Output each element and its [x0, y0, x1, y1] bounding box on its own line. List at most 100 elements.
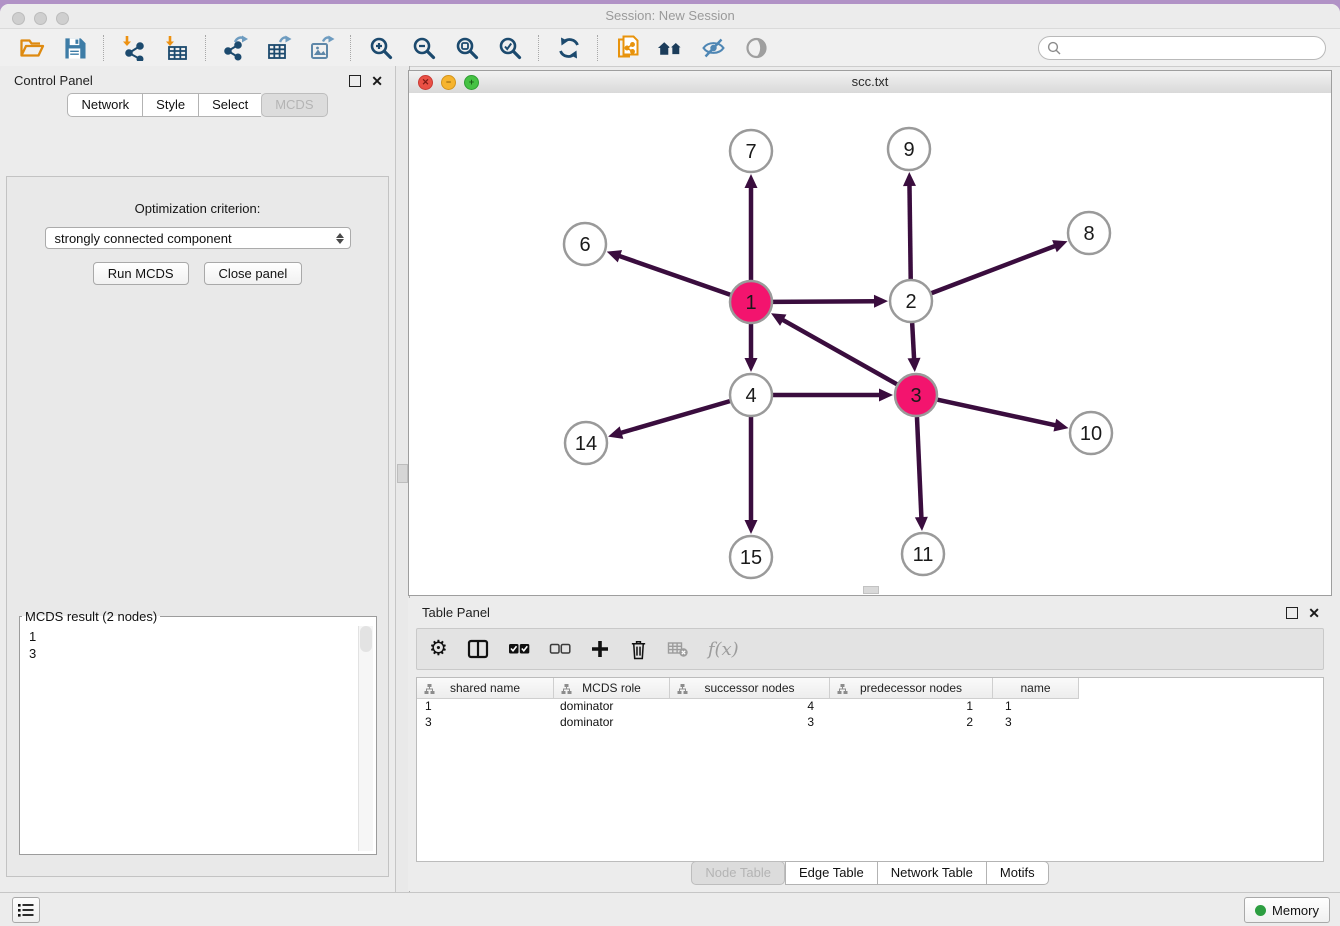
tab-style[interactable]: Style — [142, 93, 198, 117]
import-table-icon[interactable] — [163, 34, 190, 61]
float-panel-icon[interactable] — [349, 75, 361, 87]
zoom-selected-icon[interactable] — [496, 34, 523, 61]
column-header-name[interactable]: name — [993, 678, 1078, 698]
graph-edge-3-10[interactable] — [937, 400, 1056, 426]
close-panel-button[interactable]: Close panel — [204, 262, 303, 285]
graph-node-15[interactable]: 15 — [730, 536, 772, 578]
graph-node-2[interactable]: 2 — [890, 280, 932, 322]
apply-layout-icon[interactable] — [555, 34, 582, 61]
mcds-result-title: MCDS result (2 nodes) — [22, 609, 160, 624]
graph-node-4[interactable]: 4 — [730, 374, 772, 416]
mcds-tab-content: Optimization criterion: strongly connect… — [6, 176, 389, 877]
table-row[interactable]: 3dominator323 — [417, 715, 1323, 731]
graph-edge-2-3[interactable] — [912, 323, 914, 360]
graph-node-10[interactable]: 10 — [1070, 412, 1112, 454]
column-header-successor-nodes[interactable]: successor nodes — [670, 678, 830, 698]
deselect-all-icon[interactable] — [549, 636, 571, 662]
network-zoom-button[interactable]: + — [464, 75, 479, 90]
mcds-result-fieldset: MCDS result (2 nodes) 1 3 — [19, 609, 377, 855]
export-image-icon[interactable] — [308, 34, 335, 61]
float-table-panel-icon[interactable] — [1286, 607, 1298, 619]
import-network-icon[interactable] — [120, 34, 147, 61]
delete-column-icon[interactable] — [629, 636, 648, 662]
toolbar-separator — [597, 35, 599, 61]
table-toolbar: ⚙ f(x) — [416, 628, 1324, 670]
close-window-button[interactable] — [12, 12, 25, 25]
graph-node-6[interactable]: 6 — [564, 223, 606, 265]
tab-network[interactable]: Network — [67, 93, 142, 117]
network-window-title: scc.txt — [409, 71, 1331, 92]
graph-node-1[interactable]: 1 — [730, 281, 772, 323]
task-history-button[interactable] — [12, 897, 40, 923]
zoom-in-icon[interactable] — [367, 34, 394, 61]
network-canvas[interactable]: 1 2 3 4 6 7 8 9 10 11 14 15 — [409, 93, 1331, 595]
graph-edge-3-11[interactable] — [917, 417, 921, 519]
splitter-grip[interactable] — [397, 464, 408, 483]
graph-edge-3-1[interactable] — [781, 319, 896, 384]
clone-network-icon[interactable] — [614, 34, 641, 61]
column-header-MCDS-role[interactable]: MCDS role — [554, 678, 670, 698]
table-header-row: shared nameMCDS rolesuccessor nodesprede… — [417, 678, 1079, 699]
hide-selected-icon[interactable] — [700, 34, 727, 61]
zoom-out-icon[interactable] — [410, 34, 437, 61]
network-graph[interactable]: 1 2 3 4 6 7 8 9 10 11 14 15 — [409, 93, 1331, 596]
table-row[interactable]: 1dominator411 — [417, 699, 1323, 715]
main-toolbar — [0, 29, 1340, 67]
search-input[interactable] — [1038, 36, 1326, 60]
network-close-button[interactable]: ✕ — [418, 75, 433, 90]
minimize-window-button[interactable] — [34, 12, 47, 25]
open-file-icon[interactable] — [18, 34, 45, 61]
network-minimize-button[interactable]: − — [441, 75, 456, 90]
export-table-icon[interactable] — [265, 34, 292, 61]
svg-text:14: 14 — [575, 433, 597, 455]
graph-node-7[interactable]: 7 — [730, 130, 772, 172]
tab-mcds[interactable]: MCDS — [261, 93, 327, 117]
app-titlebar: Session: New Session — [0, 4, 1340, 29]
tab-select[interactable]: Select — [198, 93, 261, 117]
graph-edge-2-9[interactable] — [909, 184, 910, 279]
export-network-icon[interactable] — [222, 34, 249, 61]
control-panel-title: Control Panel — [14, 73, 93, 88]
svg-text:1: 1 — [745, 292, 756, 314]
close-panel-icon[interactable]: ✕ — [371, 76, 383, 86]
zoom-window-button[interactable] — [56, 12, 69, 25]
toolbar-separator — [205, 35, 207, 61]
graph-node-11[interactable]: 11 — [902, 533, 944, 575]
column-header-predecessor-nodes[interactable]: predecessor nodes — [830, 678, 993, 698]
graph-edge-arrowhead — [745, 358, 758, 372]
graph-node-9[interactable]: 9 — [888, 128, 930, 170]
tab-node-table[interactable]: Node Table — [691, 861, 785, 885]
show-networks-home-icon[interactable] — [657, 34, 684, 61]
save-session-icon[interactable] — [61, 34, 88, 61]
network-view-window: ✕ − + scc.txt 1 2 3 4 6 7 8 9 10 11 14 15 — [408, 70, 1332, 596]
network-resize-grip[interactable] — [863, 586, 879, 594]
graph-edge-1-2[interactable] — [773, 301, 876, 302]
tab-motifs[interactable]: Motifs — [986, 861, 1049, 885]
column-type-icon — [837, 683, 848, 697]
graph-edge-4-14[interactable] — [620, 401, 730, 433]
graph-node-8[interactable]: 8 — [1068, 212, 1110, 254]
select-all-icon[interactable] — [508, 636, 530, 662]
add-column-icon[interactable] — [590, 636, 610, 662]
toggle-columns-icon[interactable] — [467, 636, 489, 662]
result-scrollbar[interactable] — [358, 626, 373, 851]
graph-edge-1-6[interactable] — [618, 256, 730, 295]
zoom-fit-icon[interactable] — [453, 34, 480, 61]
network-window-titlebar: ✕ − + scc.txt — [409, 71, 1331, 94]
svg-text:9: 9 — [903, 139, 914, 161]
optimization-criterion-select[interactable]: strongly connected component — [45, 227, 351, 249]
memory-button[interactable]: Memory — [1244, 897, 1330, 923]
graph-edge-2-8[interactable] — [932, 245, 1057, 293]
tab-network-table[interactable]: Network Table — [877, 861, 986, 885]
run-mcds-button[interactable]: Run MCDS — [93, 262, 189, 285]
tab-edge-table[interactable]: Edge Table — [785, 861, 877, 885]
graph-node-14[interactable]: 14 — [565, 422, 607, 464]
svg-text:3: 3 — [910, 385, 921, 407]
column-header-shared-name[interactable]: shared name — [417, 678, 554, 698]
close-table-panel-icon[interactable]: ✕ — [1308, 608, 1320, 618]
table-settings-icon[interactable]: ⚙ — [429, 636, 448, 662]
graph-node-3[interactable]: 3 — [895, 374, 937, 416]
table-panel-header: Table Panel ✕ — [408, 598, 1332, 623]
table-cell: 3 — [993, 715, 1078, 731]
memory-button-label: Memory — [1272, 903, 1319, 918]
